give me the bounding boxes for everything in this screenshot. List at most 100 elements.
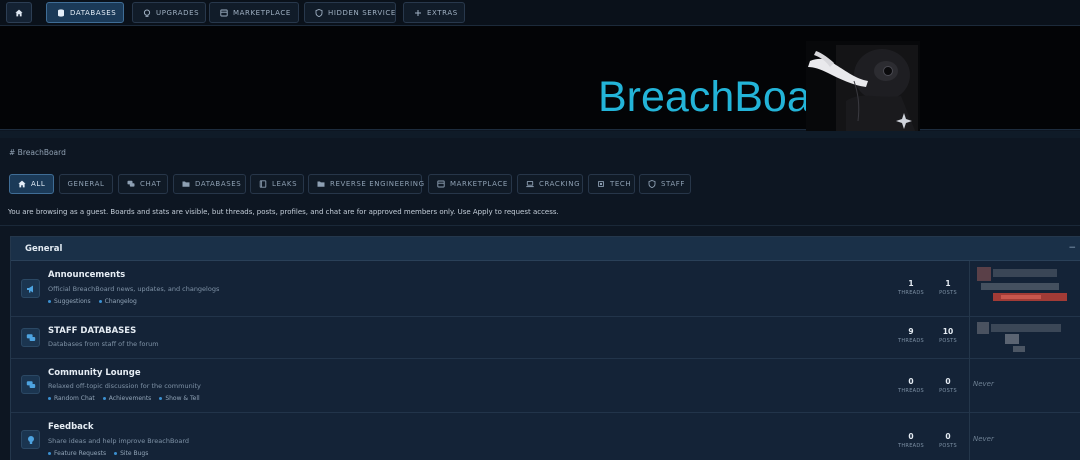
forum-description: Share ideas and help improve BreachBoard xyxy=(48,437,190,445)
last-post-redacted[interactable] xyxy=(973,265,1073,311)
topnav-databases-button[interactable]: DATABASES xyxy=(46,2,124,23)
chat-bubbles-icon xyxy=(21,375,40,394)
forum-description: Databases from staff of the forum xyxy=(48,340,159,348)
thread-count: 9 THREADS xyxy=(898,327,924,344)
subforum-list: Random Chat Achievements Show & Tell xyxy=(48,395,200,402)
collapse-icon[interactable]: − xyxy=(1068,243,1076,253)
thread-count: 0 THREADS xyxy=(898,432,924,449)
folder-icon xyxy=(182,180,190,188)
category-leaks-button[interactable]: LEAKS xyxy=(250,174,304,194)
store-icon xyxy=(220,9,228,17)
upgrade-icon xyxy=(143,9,151,17)
topnav-databases-label: DATABASES xyxy=(70,8,117,17)
category-all-label: ALL xyxy=(31,180,46,188)
forum-title[interactable]: STAFF DATABASES xyxy=(48,326,136,336)
folder-icon xyxy=(317,180,325,188)
chat-icon xyxy=(127,180,135,188)
forum-row-staff-databases[interactable]: STAFF DATABASES Databases from staff of … xyxy=(11,317,1080,359)
laptop-icon xyxy=(526,180,534,188)
home-icon xyxy=(18,180,26,188)
category-leaks-label: LEAKS xyxy=(272,180,298,188)
post-count: 0 POSTS xyxy=(939,432,957,449)
topnav-extras-label: EXTRAS xyxy=(427,8,458,17)
forum-title[interactable]: Community Lounge xyxy=(48,368,141,378)
category-tech-button[interactable]: TECH xyxy=(588,174,635,194)
category-staff-label: STAFF xyxy=(661,180,686,188)
forum-title[interactable]: Feedback xyxy=(48,422,94,432)
column-divider xyxy=(969,261,970,317)
category-marketplace-label: MARKETPLACE xyxy=(450,180,508,188)
category-marketplace-button[interactable]: MARKETPLACE xyxy=(428,174,512,194)
database-icon xyxy=(57,8,65,17)
post-count: 1 POSTS xyxy=(939,279,957,296)
topnav-hidden-service-label: HIDDEN SERVICE xyxy=(328,8,396,17)
chat-bubbles-icon xyxy=(21,328,40,347)
home-icon xyxy=(15,9,23,17)
subforum-list: Suggestions Changelog xyxy=(48,298,137,305)
section-title: General xyxy=(25,243,63,254)
forum-row-feedback[interactable]: Feedback Share ideas and help improve Br… xyxy=(11,413,1080,460)
subforum-list: Feature Requests Site Bugs xyxy=(48,450,148,457)
topnav-upgrades-label: UPGRADES xyxy=(156,8,200,17)
forum-description: Official BreachBoard news, updates, and … xyxy=(48,285,220,293)
category-tech-label: TECH xyxy=(610,180,632,188)
subforum-link[interactable]: Changelog xyxy=(99,298,137,305)
last-post-never: Never xyxy=(973,435,994,443)
topnav-extras-button[interactable]: EXTRAS xyxy=(403,2,465,23)
subforum-link[interactable]: Random Chat xyxy=(48,395,95,402)
home-button[interactable] xyxy=(6,2,32,23)
guest-notice: You are browsing as a guest. Boards and … xyxy=(8,208,559,216)
last-post-redacted[interactable] xyxy=(973,320,1073,356)
shield-icon xyxy=(648,180,656,188)
book-icon xyxy=(259,180,267,188)
breadcrumb[interactable]: # BreachBoard xyxy=(9,148,66,157)
divider xyxy=(0,225,1080,226)
banner-divider xyxy=(0,131,1080,138)
topnav-marketplace-label: MARKETPLACE xyxy=(233,8,291,17)
category-databases-button[interactable]: DATABASES xyxy=(173,174,246,194)
category-general-button[interactable]: GENERAL xyxy=(59,174,113,194)
banner-artwork xyxy=(806,41,920,133)
subforum-link[interactable]: Achievements xyxy=(103,395,152,402)
column-divider xyxy=(969,359,970,413)
megaphone-icon xyxy=(21,279,40,298)
forum-row-community-lounge[interactable]: Community Lounge Relaxed off-topic discu… xyxy=(11,359,1080,413)
lightbulb-icon xyxy=(21,430,40,449)
category-chat-button[interactable]: CHAT xyxy=(118,174,168,194)
store-icon xyxy=(437,180,445,188)
column-divider xyxy=(969,413,970,460)
section-header[interactable]: General − xyxy=(11,237,1080,261)
last-post-never: Never xyxy=(973,380,994,388)
category-chat-label: CHAT xyxy=(140,180,162,188)
category-databases-label: DATABASES xyxy=(195,180,242,188)
chip-icon xyxy=(597,180,605,188)
category-filter-bar: ALL GENERAL CHAT DATABASES LEAKS REVERSE… xyxy=(0,170,1080,198)
plus-icon xyxy=(414,9,422,17)
topnav-upgrades-button[interactable]: UPGRADES xyxy=(132,2,206,23)
category-all-button[interactable]: ALL xyxy=(9,174,54,194)
site-banner: BreachBoard xyxy=(0,26,1080,133)
post-count: 0 POSTS xyxy=(939,377,957,394)
subforum-link[interactable]: Show & Tell xyxy=(159,395,199,402)
column-divider xyxy=(969,317,970,359)
category-general-label: GENERAL xyxy=(67,180,105,188)
category-cracking-button[interactable]: CRACKING xyxy=(517,174,583,194)
top-navigation: DATABASES UPGRADES MARKETPLACE HIDDEN SE… xyxy=(0,0,1080,26)
forum-section-general: General − Announcements Official BreachB… xyxy=(10,236,1080,460)
forum-row-announcements[interactable]: Announcements Official BreachBoard news,… xyxy=(11,261,1080,317)
topnav-marketplace-button[interactable]: MARKETPLACE xyxy=(209,2,299,23)
shield-icon xyxy=(315,8,323,17)
category-reverse-engineering-label: REVERSE ENGINEERING xyxy=(330,180,425,188)
thread-count: 0 THREADS xyxy=(898,377,924,394)
forum-description: Relaxed off-topic discussion for the com… xyxy=(48,382,201,390)
post-count: 10 POSTS xyxy=(939,327,957,344)
subforum-link[interactable]: Suggestions xyxy=(48,298,91,305)
category-staff-button[interactable]: STAFF xyxy=(639,174,691,194)
forum-title[interactable]: Announcements xyxy=(48,270,125,280)
category-reverse-engineering-button[interactable]: REVERSE ENGINEERING xyxy=(308,174,425,194)
topnav-hidden-service-button[interactable]: HIDDEN SERVICE xyxy=(304,2,396,23)
thread-count: 1 THREADS xyxy=(898,279,924,296)
category-cracking-label: CRACKING xyxy=(539,180,581,188)
subforum-link[interactable]: Feature Requests xyxy=(48,450,106,457)
subforum-link[interactable]: Site Bugs xyxy=(114,450,148,457)
